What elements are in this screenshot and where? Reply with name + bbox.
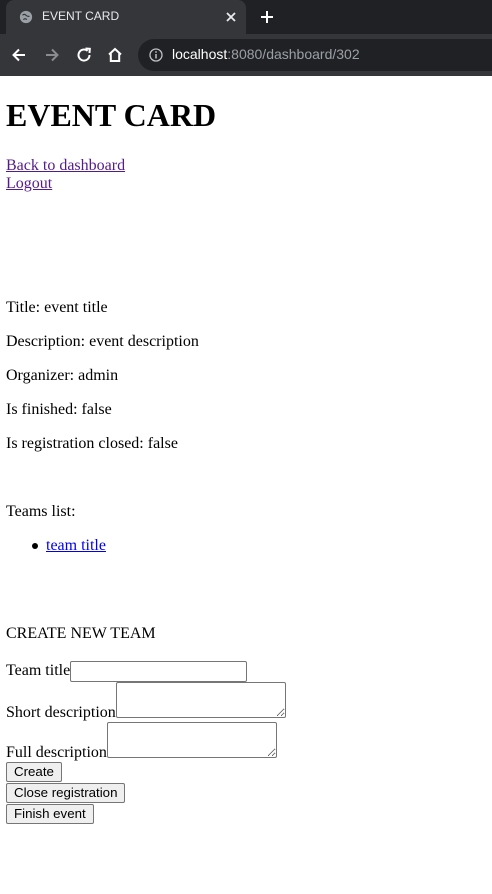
plus-icon[interactable] — [259, 9, 275, 25]
short-description-textarea[interactable] — [116, 682, 286, 718]
browser-tab-bar: EVENT CARD — [0, 0, 492, 34]
close-registration-button[interactable]: Close registration — [6, 783, 126, 803]
home-icon[interactable] — [106, 46, 124, 64]
create-button[interactable]: Create — [6, 762, 62, 782]
close-icon[interactable] — [224, 10, 238, 24]
back-to-dashboard-link[interactable]: Back to dashboard — [6, 157, 125, 175]
full-description-label: Full description — [6, 744, 107, 761]
url-host: localhost — [172, 46, 228, 62]
arrow-left-icon[interactable] — [10, 46, 28, 64]
finish-event-button[interactable]: Finish event — [6, 804, 94, 824]
event-is-finished-text: Is finished: false — [6, 401, 112, 418]
short-description-label: Short description — [6, 704, 116, 721]
tab-title: EVENT CARD — [42, 9, 120, 23]
logout-link[interactable]: Logout — [6, 175, 52, 193]
team-title-label: Team title — [6, 662, 71, 679]
create-team-heading: CREATE NEW TEAM — [6, 625, 156, 642]
info-icon[interactable] — [149, 48, 163, 62]
url-path: :8080/dashboard/302 — [227, 46, 360, 62]
full-description-textarea[interactable] — [107, 722, 277, 758]
event-title-text: Title: event title — [6, 299, 108, 316]
globe-icon — [19, 10, 33, 24]
page-title: EVENT CARD — [6, 97, 217, 133]
page-content: EVENT CARD Back to dashboard Logout Titl… — [0, 76, 492, 894]
browser-tab[interactable]: EVENT CARD — [6, 0, 246, 34]
team-title-input[interactable] — [70, 661, 247, 682]
browser-toolbar: localhost:8080/dashboard/302 — [0, 34, 492, 76]
event-registration-closed-text: Is registration closed: false — [6, 435, 178, 452]
teams-list-label: Teams list: — [6, 503, 76, 520]
arrow-right-icon[interactable] — [43, 46, 61, 64]
list-bullet — [32, 543, 38, 549]
url-text[interactable]: localhost:8080/dashboard/302 — [172, 46, 360, 62]
address-bar[interactable]: localhost:8080/dashboard/302 — [138, 39, 492, 71]
team-link[interactable]: team title — [46, 537, 106, 555]
reload-icon[interactable] — [75, 46, 93, 64]
event-description-text: Description: event description — [6, 333, 199, 350]
event-organizer-text: Organizer: admin — [6, 367, 119, 384]
